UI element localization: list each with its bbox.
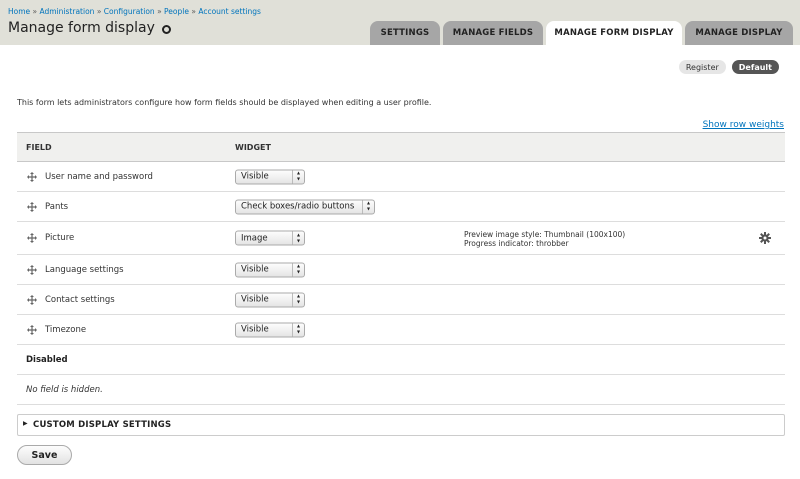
drag-handle-icon[interactable] [27, 201, 37, 212]
region-empty-row: No field is hidden. [17, 375, 785, 405]
widget-select[interactable]: Image ▴ ▾ [235, 230, 305, 246]
field-label: Timezone [45, 324, 87, 335]
select-arrows-icon: ▴ ▾ [292, 170, 304, 183]
drag-handle-icon[interactable] [27, 233, 37, 243]
table-row: Picture Image ▴ ▾ Preview image style: Thu… [17, 222, 785, 255]
save-button[interactable]: Save [17, 445, 72, 465]
breadcrumb-people[interactable]: People [164, 7, 189, 16]
page-title: Manage form display [8, 20, 155, 36]
summary-line: Progress indicator: throbber [464, 239, 569, 248]
tab-manage-form-display[interactable]: MANAGE FORM DISPLAY [546, 21, 682, 45]
widget-select[interactable]: Visible ▴ ▾ [235, 292, 305, 307]
select-arrows-icon: ▴ ▾ [292, 263, 304, 276]
region-disabled-row: Disabled [17, 345, 785, 375]
table-row: Contact settings Visible ▴ ▾ [17, 285, 785, 315]
triangle-right-icon: ▶ [23, 420, 28, 427]
breadcrumb-separator: » [96, 7, 102, 16]
region-title: Disabled [26, 354, 68, 365]
widget-select[interactable]: Visible ▴ ▾ [235, 262, 305, 277]
breadcrumb-separator: » [32, 7, 38, 16]
breadcrumb-administration[interactable]: Administration [40, 7, 95, 16]
page-title-wrap: Manage form display [8, 20, 171, 36]
breadcrumb-account-settings[interactable]: Account settings [198, 7, 261, 16]
field-label: Picture [45, 233, 75, 243]
field-label: Language settings [45, 264, 124, 275]
select-arrows-icon: ▴ ▾ [292, 231, 304, 245]
region-empty-message: No field is hidden. [26, 384, 103, 395]
drag-handle-icon[interactable] [27, 264, 37, 275]
widget-select-value: Check boxes/radio buttons [241, 201, 355, 212]
form-mode-register[interactable]: Register [678, 60, 726, 74]
column-header-field: FIELD [26, 143, 52, 152]
gear-icon[interactable] [759, 232, 771, 244]
tab-manage-fields[interactable]: MANAGE FIELDS [443, 21, 543, 45]
breadcrumb-configuration[interactable]: Configuration [104, 7, 155, 16]
form-mode-default[interactable]: Default [731, 60, 779, 74]
show-row-weights-link[interactable]: Show row weights [703, 120, 784, 130]
select-arrows-icon: ▴ ▾ [362, 200, 374, 213]
widget-select-value: Visible [241, 171, 269, 182]
field-label: Contact settings [45, 294, 115, 305]
tab-settings[interactable]: SETTINGS [370, 21, 440, 45]
table-row: Language settings Visible ▴ ▾ [17, 255, 785, 285]
breadcrumb-separator: » [157, 7, 162, 16]
widget-select-value: Visible [241, 264, 269, 275]
table-header: FIELD WIDGET [17, 132, 785, 162]
tab-manage-display[interactable]: MANAGE DISPLAY [685, 21, 793, 45]
breadcrumb: Home » Administration » Configuration » … [8, 7, 261, 16]
column-header-widget: WIDGET [235, 143, 271, 152]
widget-select-value: Visible [241, 324, 269, 335]
field-label: User name and password [45, 171, 153, 182]
form-mode-tabs: Register Default [673, 60, 779, 74]
page-header: Home » Administration » Configuration » … [0, 0, 800, 45]
breadcrumb-separator: » [191, 7, 196, 16]
widget-select-value: Image [241, 233, 268, 243]
field-display-table: FIELD WIDGET User name and password Visi… [17, 132, 785, 405]
summary-line: Preview image style: Thumbnail (100x100) [464, 230, 626, 239]
table-row: User name and password Visible ▴ ▾ [17, 162, 785, 192]
widget-select-value: Visible [241, 294, 269, 305]
select-arrows-icon: ▴ ▾ [292, 323, 304, 336]
select-arrows-icon: ▴ ▾ [292, 293, 304, 306]
custom-display-settings-label: CUSTOM DISPLAY SETTINGS [33, 420, 172, 430]
table-row: Timezone Visible ▴ ▾ [17, 315, 785, 345]
widget-select[interactable]: Check boxes/radio buttons ▴ ▾ [235, 199, 375, 214]
drag-handle-icon[interactable] [27, 324, 37, 335]
widget-settings-summary: Preview image style: Thumbnail (100x100)… [464, 230, 625, 248]
breadcrumb-home[interactable]: Home [8, 7, 30, 16]
shortcut-icon[interactable] [161, 24, 171, 34]
custom-display-settings[interactable]: ▶ CUSTOM DISPLAY SETTINGS [17, 414, 785, 436]
table-row: Pants Check boxes/radio buttons ▴ ▾ [17, 192, 785, 222]
widget-select[interactable]: Visible ▴ ▾ [235, 322, 305, 337]
primary-tabs: SETTINGS MANAGE FIELDS MANAGE FORM DISPL… [370, 21, 796, 45]
drag-handle-icon[interactable] [27, 294, 37, 305]
drag-handle-icon[interactable] [27, 171, 37, 182]
widget-select[interactable]: Visible ▴ ▾ [235, 169, 305, 184]
field-label: Pants [45, 201, 69, 212]
page-description: This form lets administrators configure … [17, 98, 432, 107]
